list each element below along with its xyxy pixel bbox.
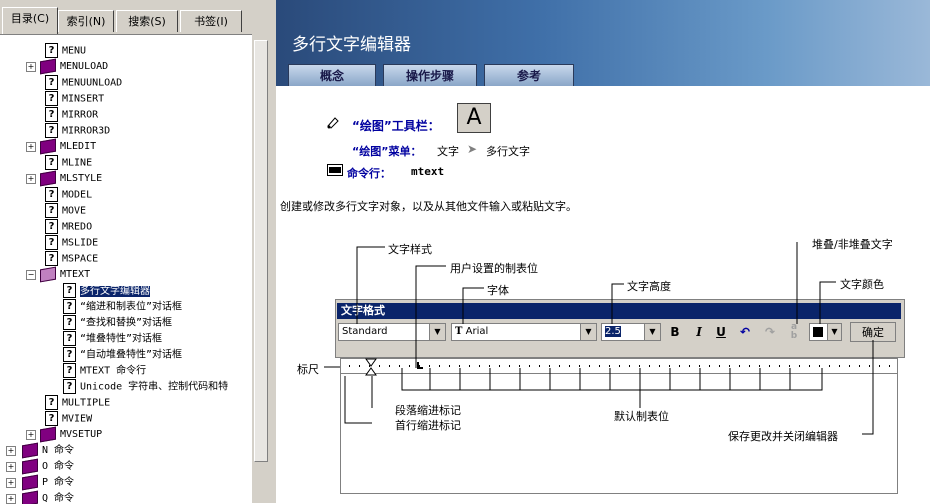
callout-para-indent: 段落缩进标记 — [395, 404, 461, 417]
callout-text-style: 文字样式 — [388, 243, 432, 256]
callout-text-height: 文字高度 — [627, 280, 671, 293]
callout-font: 字体 — [487, 284, 509, 297]
callout-default-tab: 默认制表位 — [614, 410, 669, 423]
callout-ruler: 标尺 — [297, 363, 319, 376]
callout-text-color: 文字颜色 — [840, 278, 884, 291]
callout-save-close: 保存更改并关闭编辑器 — [728, 430, 838, 443]
callout-stack: 堆叠/非堆叠文字 — [812, 238, 893, 251]
callout-first-indent: 首行缩进标记 — [395, 419, 461, 432]
callout-user-tab: 用户设置的制表位 — [450, 262, 538, 275]
